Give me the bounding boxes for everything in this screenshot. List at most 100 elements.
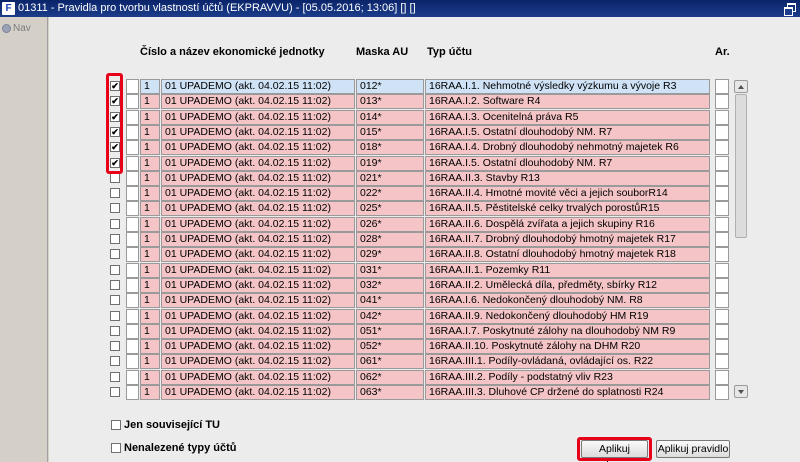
row-flag-cell[interactable]: [126, 216, 139, 232]
row-unit-cell[interactable]: 01 UPADEMO (akt. 04.02.15 11:02): [161, 79, 355, 94]
row-unit-cell[interactable]: 01 UPADEMO (akt. 04.02.15 11:02): [161, 308, 355, 324]
row-select-checkbox[interactable]: [110, 172, 120, 183]
row-number-cell[interactable]: 1: [140, 308, 160, 324]
row-ar-cell[interactable]: [715, 262, 729, 278]
apply-rule-button[interactable]: Aplikuj pravidlo: [656, 440, 730, 458]
row-type-cell[interactable]: 16RAA.III.1. Podíly-ovládaná, ovládající…: [425, 354, 710, 370]
row-number-cell[interactable]: 1: [140, 385, 160, 400]
row-mask-cell[interactable]: 051*: [356, 323, 424, 339]
row-flag-cell[interactable]: [126, 354, 139, 370]
option-not-found-types[interactable]: Nenalezené typy účtů: [111, 442, 236, 454]
row-mask-cell[interactable]: 026*: [356, 216, 424, 232]
row-mask-cell[interactable]: 063*: [356, 385, 424, 400]
row-ar-cell[interactable]: [715, 216, 729, 232]
table-row[interactable]: 1 01 UPADEMO (akt. 04.02.15 11:02) 028* 16R…: [108, 231, 729, 247]
row-mask-cell[interactable]: 031*: [356, 262, 424, 278]
row-type-cell[interactable]: 16RAA.II.1. Pozemky R11: [425, 262, 710, 278]
row-type-cell[interactable]: 16RAA.II.8. Ostatní dlouhodobý hmotný ma…: [425, 247, 710, 263]
row-flag-cell[interactable]: [126, 94, 139, 110]
row-type-cell[interactable]: 16RAA.I.4. Drobný dlouhodobý nehmotný ma…: [425, 140, 710, 156]
row-flag-cell[interactable]: [126, 323, 139, 339]
table-row[interactable]: 1 01 UPADEMO (akt. 04.02.15 11:02) 031* 16R…: [108, 262, 729, 278]
row-ar-cell[interactable]: [715, 109, 729, 125]
row-type-cell[interactable]: 16RAA.II.6. Dospělá zvířata a jejich sku…: [425, 216, 710, 232]
row-mask-cell[interactable]: 021*: [356, 170, 424, 186]
row-select-checkbox[interactable]: [110, 279, 120, 290]
row-unit-cell[interactable]: 01 UPADEMO (akt. 04.02.15 11:02): [161, 94, 355, 110]
row-select-checkbox[interactable]: [110, 325, 120, 336]
table-row[interactable]: 1 01 UPADEMO (akt. 04.02.15 11:02) 042* 16R…: [108, 308, 729, 324]
table-row[interactable]: ✔ 1 01 UPADEMO (akt. 04.02.15 11:02) 014* 16…: [108, 109, 729, 125]
row-number-cell[interactable]: 1: [140, 277, 160, 293]
row-number-cell[interactable]: 1: [140, 124, 160, 140]
row-unit-cell[interactable]: 01 UPADEMO (akt. 04.02.15 11:02): [161, 155, 355, 171]
row-mask-cell[interactable]: 015*: [356, 124, 424, 140]
row-number-cell[interactable]: 1: [140, 354, 160, 370]
table-row[interactable]: 1 01 UPADEMO (akt. 04.02.15 11:02) 022* 16R…: [108, 185, 729, 202]
row-flag-cell[interactable]: [126, 293, 139, 309]
row-unit-cell[interactable]: 01 UPADEMO (akt. 04.02.15 11:02): [161, 232, 355, 247]
row-type-cell[interactable]: 16RAA.II.3. Stavby R13: [425, 170, 710, 186]
related-tu-checkbox[interactable]: [111, 420, 121, 430]
table-scrollbar[interactable]: [734, 80, 748, 398]
row-flag-cell[interactable]: [126, 79, 139, 94]
row-ar-cell[interactable]: [715, 293, 729, 309]
row-number-cell[interactable]: 1: [140, 323, 160, 339]
row-ar-cell[interactable]: [715, 79, 729, 94]
row-number-cell[interactable]: 1: [140, 216, 160, 232]
row-unit-cell[interactable]: 01 UPADEMO (akt. 04.02.15 11:02): [161, 277, 355, 293]
scroll-up-icon[interactable]: [734, 80, 748, 93]
row-mask-cell[interactable]: 025*: [356, 201, 424, 217]
row-unit-cell[interactable]: 01 UPADEMO (akt. 04.02.15 11:02): [161, 369, 355, 385]
table-row[interactable]: 1 01 UPADEMO (akt. 04.02.15 11:02) 026* 16R…: [108, 216, 729, 232]
row-ar-cell[interactable]: [715, 385, 729, 400]
table-row[interactable]: 1 01 UPADEMO (akt. 04.02.15 11:02) 062* 16R…: [108, 369, 729, 385]
scroll-thumb[interactable]: [735, 94, 747, 238]
row-unit-cell[interactable]: 01 UPADEMO (akt. 04.02.15 11:02): [161, 124, 355, 140]
row-number-cell[interactable]: 1: [140, 155, 160, 171]
row-number-cell[interactable]: 1: [140, 79, 160, 94]
row-number-cell[interactable]: 1: [140, 109, 160, 125]
table-row[interactable]: 1 01 UPADEMO (akt. 04.02.15 11:02) 051* 16R…: [108, 323, 729, 339]
row-flag-cell[interactable]: [126, 277, 139, 293]
row-unit-cell[interactable]: 01 UPADEMO (akt. 04.02.15 11:02): [161, 323, 355, 339]
row-unit-cell[interactable]: 01 UPADEMO (akt. 04.02.15 11:02): [161, 354, 355, 370]
row-flag-cell[interactable]: [126, 262, 139, 278]
row-mask-cell[interactable]: 052*: [356, 339, 424, 355]
row-ar-cell[interactable]: [715, 232, 729, 247]
row-select-checkbox[interactable]: [110, 218, 120, 229]
row-ar-cell[interactable]: [715, 94, 729, 110]
row-number-cell[interactable]: 1: [140, 293, 160, 309]
row-mask-cell[interactable]: 022*: [356, 186, 424, 202]
row-number-cell[interactable]: 1: [140, 247, 160, 263]
row-flag-cell[interactable]: [126, 232, 139, 247]
row-unit-cell[interactable]: 01 UPADEMO (akt. 04.02.15 11:02): [161, 262, 355, 278]
row-ar-cell[interactable]: [715, 140, 729, 156]
row-type-cell[interactable]: 16RAA.I.2. Software R4: [425, 94, 710, 110]
row-flag-cell[interactable]: [126, 369, 139, 385]
row-type-cell[interactable]: 16RAA.I.6. Nedokončený dlouhodobý NM. R8: [425, 293, 710, 309]
row-mask-cell[interactable]: 042*: [356, 308, 424, 324]
row-number-cell[interactable]: 1: [140, 170, 160, 186]
row-unit-cell[interactable]: 01 UPADEMO (akt. 04.02.15 11:02): [161, 201, 355, 217]
row-select-checkbox[interactable]: [110, 341, 120, 352]
row-number-cell[interactable]: 1: [140, 232, 160, 247]
row-number-cell[interactable]: 1: [140, 369, 160, 385]
row-type-cell[interactable]: 16RAA.II.10. Poskytnuté zálohy na DHM R2…: [425, 339, 710, 355]
row-type-cell[interactable]: 16RAA.I.5. Ostatní dlouhodobý NM. R7: [425, 124, 710, 140]
row-flag-cell[interactable]: [126, 124, 139, 140]
row-number-cell[interactable]: 1: [140, 339, 160, 355]
table-row[interactable]: 1 01 UPADEMO (akt. 04.02.15 11:02) 029* 16R…: [108, 246, 729, 263]
row-flag-cell[interactable]: [126, 385, 139, 400]
row-unit-cell[interactable]: 01 UPADEMO (akt. 04.02.15 11:02): [161, 385, 355, 400]
row-unit-cell[interactable]: 01 UPADEMO (akt. 04.02.15 11:02): [161, 109, 355, 125]
scroll-down-icon[interactable]: [734, 385, 748, 398]
row-flag-cell[interactable]: [126, 170, 139, 186]
row-type-cell[interactable]: 16RAA.III.2. Podíly - podstatný vliv R23: [425, 369, 710, 385]
row-type-cell[interactable]: 16RAA.I.7. Poskytnuté zálohy na dlouhodo…: [425, 323, 710, 339]
row-unit-cell[interactable]: 01 UPADEMO (akt. 04.02.15 11:02): [161, 216, 355, 232]
row-ar-cell[interactable]: [715, 155, 729, 171]
row-flag-cell[interactable]: [126, 201, 139, 217]
row-unit-cell[interactable]: 01 UPADEMO (akt. 04.02.15 11:02): [161, 339, 355, 355]
row-mask-cell[interactable]: 062*: [356, 369, 424, 385]
